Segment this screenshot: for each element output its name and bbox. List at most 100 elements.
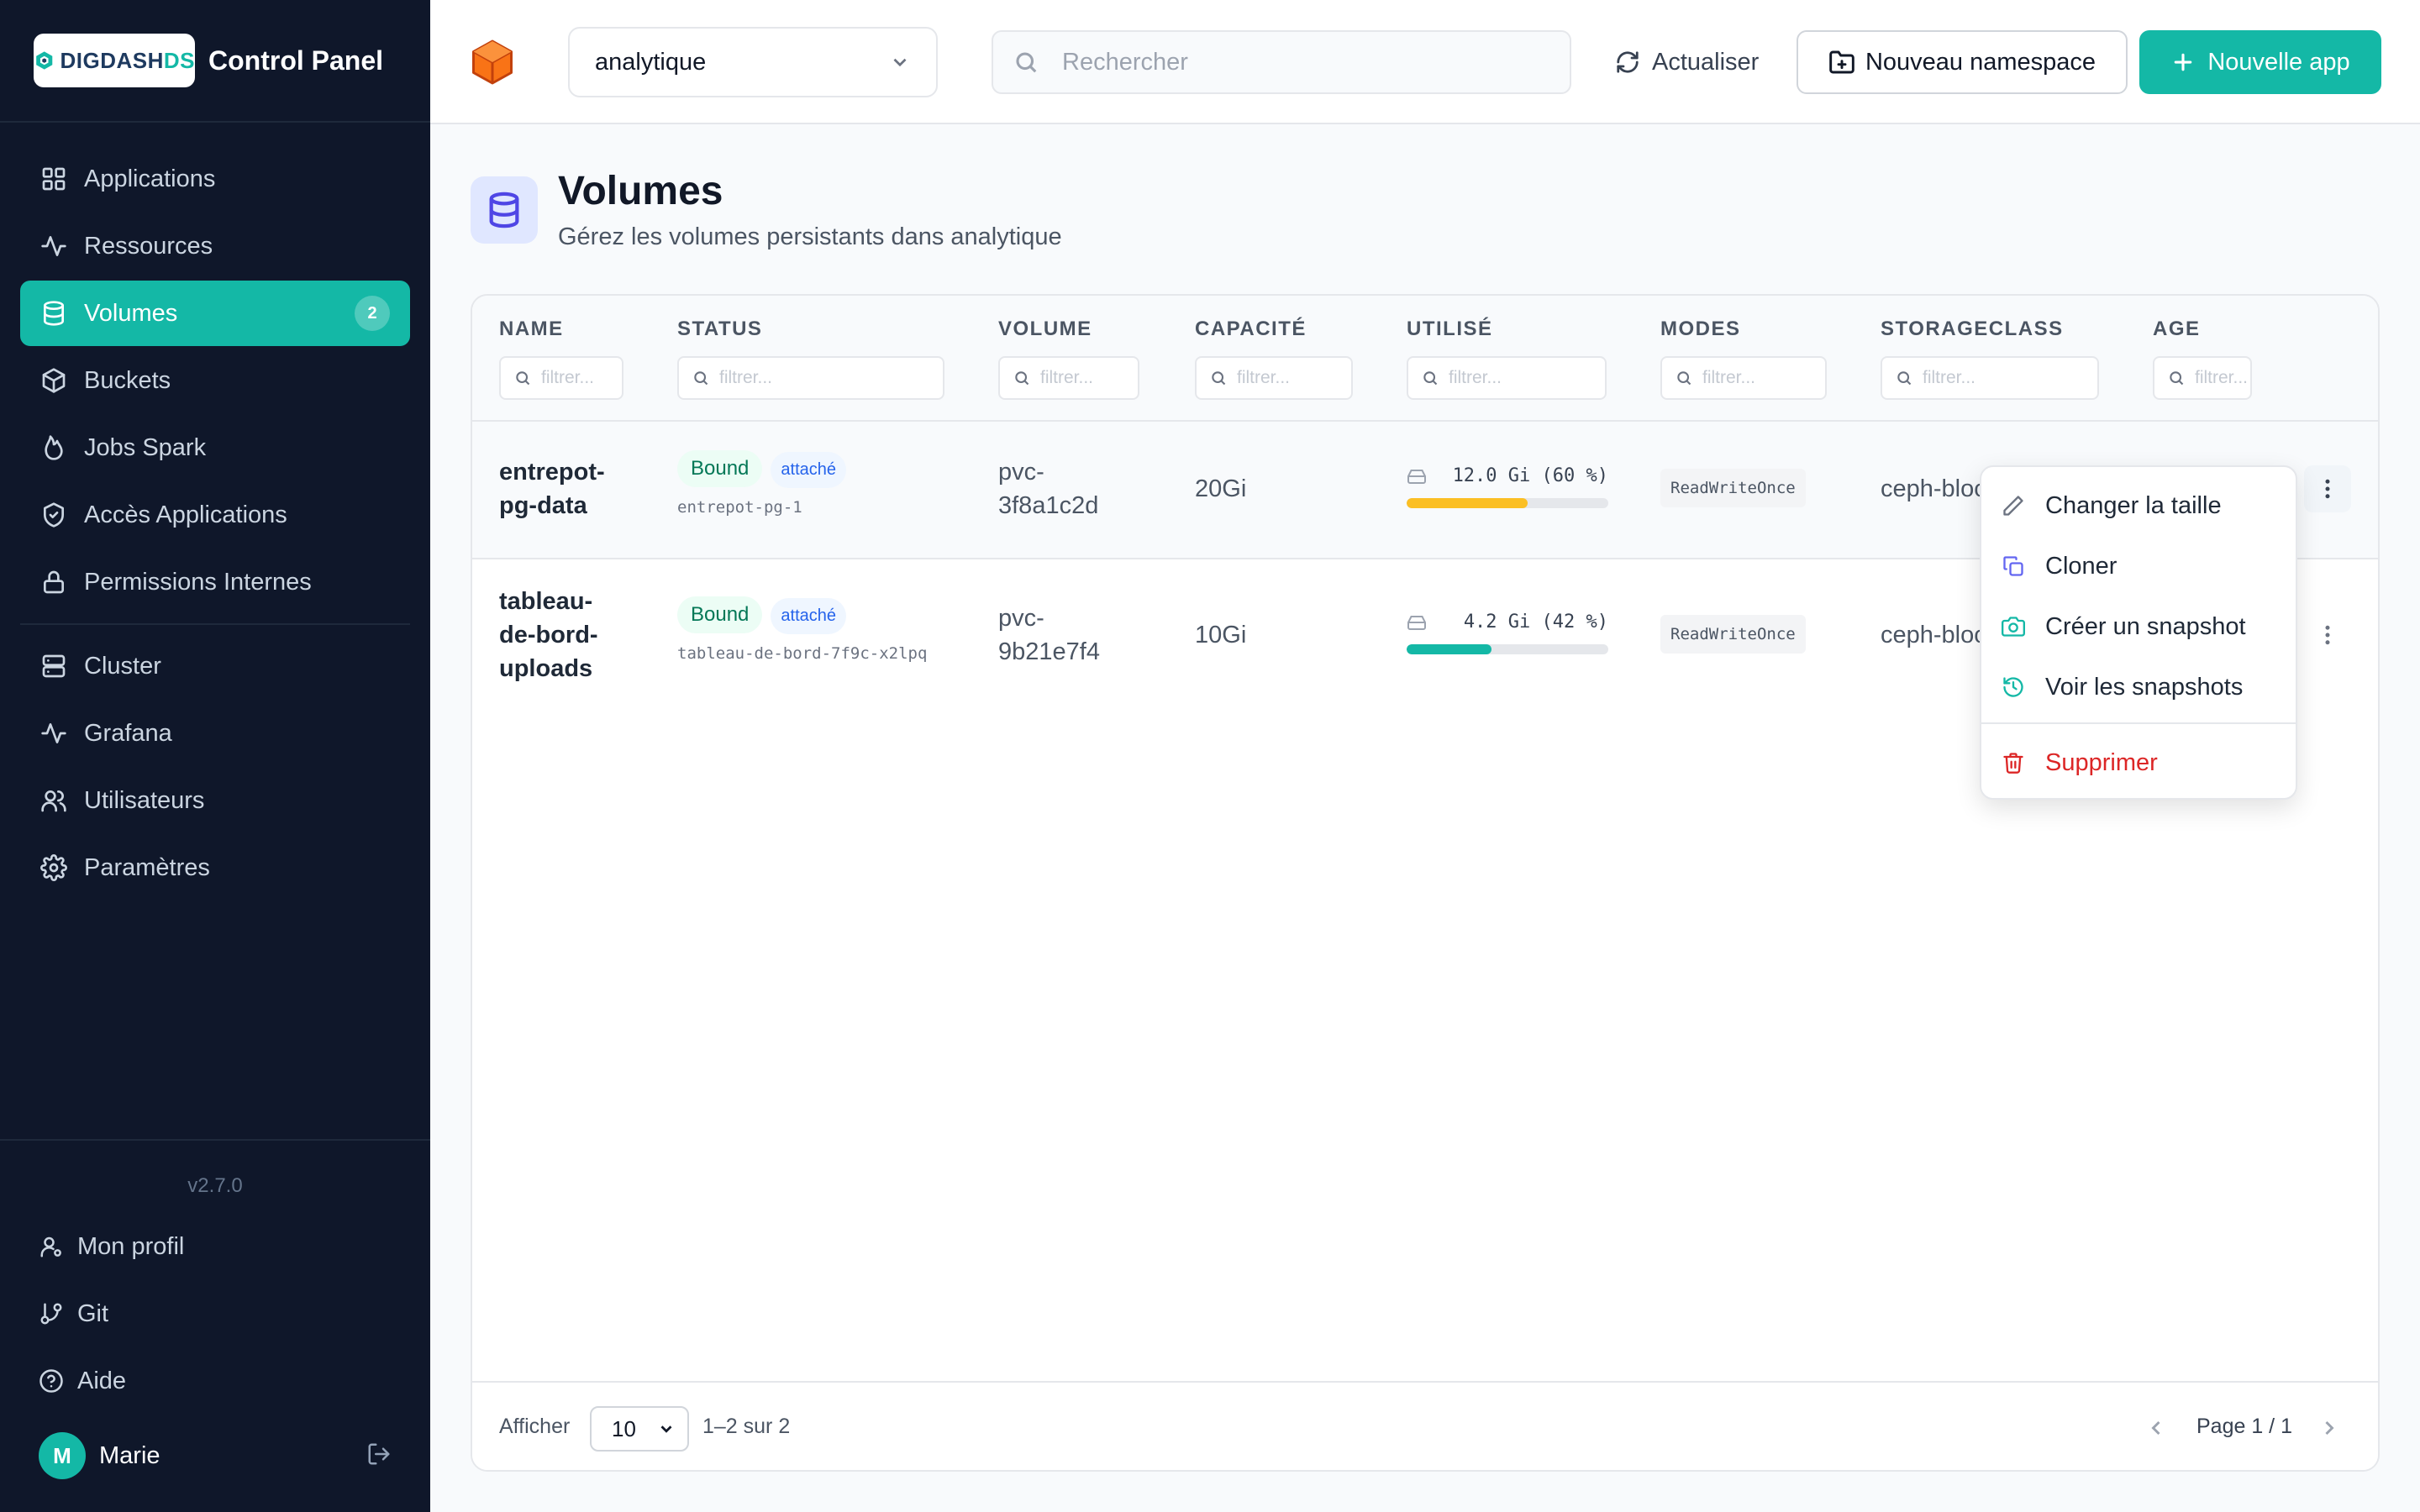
sidebar-item-utilisateurs[interactable]: Utilisateurs	[20, 768, 410, 833]
logo-cube-icon	[36, 51, 53, 70]
search-icon	[1677, 371, 1691, 386]
filter-placeholder: filtrer...	[541, 368, 595, 387]
search-icon	[1212, 371, 1226, 386]
plus-icon	[2175, 53, 2192, 71]
server-icon	[42, 654, 66, 678]
menu-item-label: Changer la taille	[2045, 491, 2222, 519]
sidebar-item-grafana[interactable]: Grafana	[20, 701, 410, 766]
page-icon	[471, 176, 538, 244]
column-header-age[interactable]: AGE	[2153, 318, 2201, 341]
usage-cell: 4.2 Gi (42 %)	[1407, 612, 1608, 654]
menu-item-label: Supprimer	[2045, 748, 2158, 776]
help-icon	[39, 1369, 63, 1393]
previous-page-button[interactable]	[2144, 1416, 2168, 1440]
menu-divider	[1981, 722, 2296, 724]
column-header-storageclass[interactable]: STORAGECLASS	[1881, 318, 2064, 341]
page-size-select[interactable]: 10	[590, 1406, 689, 1452]
app-title: Control Panel	[208, 45, 384, 76]
sidebar-item-label: Applications	[84, 165, 216, 192]
pod-name: tableau-de-bord-7f9c-x2lpq	[677, 644, 928, 663]
sidebar-divider	[20, 623, 410, 625]
topbar: analytique Actualiser Nouveau namespace …	[430, 0, 2420, 124]
sidebar-item-applications[interactable]: Applications	[20, 146, 410, 212]
column-header-modes[interactable]: MODES	[1660, 318, 1741, 341]
footer-item-mon-profil[interactable]: Mon profil	[0, 1213, 430, 1280]
filter-placeholder: filtrer...	[719, 368, 773, 387]
sidebar-item-jobs-spark[interactable]: Jobs Spark	[20, 415, 410, 480]
namespace-select[interactable]: analytique	[568, 27, 938, 97]
search-icon	[1897, 371, 1912, 386]
pencil-icon	[2003, 496, 2023, 516]
filter-placeholder: filtrer...	[1449, 368, 1502, 387]
menu-item-label: Créer un snapshot	[2045, 612, 2246, 640]
filter-modes[interactable]: filtrer...	[1660, 356, 1827, 400]
activity-icon	[41, 236, 66, 256]
search-icon	[694, 371, 708, 386]
new-app-button[interactable]: Nouvelle app	[2139, 30, 2381, 94]
column-header-name[interactable]: NAME	[499, 318, 564, 341]
next-page-button[interactable]	[2317, 1416, 2341, 1440]
footer-item-label: Aide	[77, 1367, 127, 1394]
brand-header: DIGDASHDS Control Panel	[0, 0, 430, 123]
digdash-logo[interactable]: DIGDASHDS	[34, 34, 195, 87]
menu-item-resize[interactable]: Changer la taille	[1981, 475, 2296, 536]
row-actions-button[interactable]	[2304, 612, 2351, 659]
column-header-capacite[interactable]: CAPACITÉ	[1195, 318, 1307, 341]
sidebar: DIGDASHDS Control Panel Applications Res…	[0, 0, 430, 1512]
footer-item-git[interactable]: Git	[0, 1280, 430, 1347]
search-box	[992, 30, 1571, 94]
menu-item-create-snapshot[interactable]: Créer un snapshot	[1981, 596, 2296, 657]
flame-icon	[45, 435, 63, 460]
search-icon	[1016, 52, 1037, 73]
sidebar-item-buckets[interactable]: Buckets	[20, 348, 410, 413]
pvc-name[interactable]: entrepot-pg-data	[499, 455, 625, 522]
capacity: 10Gi	[1195, 622, 1247, 648]
sidebar-item-volumes[interactable]: Volumes 2	[20, 281, 410, 346]
filter-placeholder: filtrer...	[1040, 368, 1094, 387]
search-input[interactable]	[1062, 48, 1533, 76]
pvc-name[interactable]: tableau-de-bord-uploads	[499, 585, 625, 685]
chevron-right-icon	[2325, 1420, 2334, 1436]
status-cell: Bound attaché entrepot-pg-1	[677, 450, 847, 517]
column-header-status[interactable]: STATUS	[677, 318, 762, 341]
sidebar-item-acces-applications[interactable]: Accès Applications	[20, 482, 410, 548]
sidebar-footer: v2.7.0 Mon profil Git Aide	[0, 1139, 430, 1415]
logout-button[interactable]	[366, 1441, 392, 1471]
filter-storageclass[interactable]: filtrer...	[1881, 356, 2099, 400]
usage-label: 4.2 Gi (42 %)	[1463, 612, 1608, 633]
filter-name[interactable]: filtrer...	[499, 356, 623, 400]
menu-item-delete[interactable]: Supprimer	[1981, 732, 2296, 793]
menu-item-clone[interactable]: Cloner	[1981, 536, 2296, 596]
menu-item-view-snapshots[interactable]: Voir les snapshots	[1981, 657, 2296, 717]
lock-icon	[44, 570, 64, 594]
storageclass: ceph-block	[1881, 622, 1990, 648]
column-header-utilise[interactable]: UTILISÉ	[1407, 318, 1493, 341]
logout-icon	[368, 1443, 390, 1464]
gear-icon	[40, 854, 67, 881]
refresh-button[interactable]: Actualiser	[1615, 30, 1759, 94]
user-icon	[40, 1236, 61, 1257]
avatar[interactable]: M	[39, 1432, 86, 1479]
row-actions-button[interactable]	[2304, 465, 2351, 512]
hard-drive-icon	[1407, 615, 1426, 630]
search-icon	[2170, 371, 2184, 386]
usage-bar-fill	[1407, 644, 1491, 654]
database-icon	[44, 301, 64, 326]
sidebar-item-label: Jobs Spark	[84, 433, 207, 461]
filter-age[interactable]: filtrer...	[2153, 356, 2252, 400]
sidebar-item-permissions-internes[interactable]: Permissions Internes	[20, 549, 410, 615]
new-namespace-button[interactable]: Nouveau namespace	[1797, 30, 2128, 94]
sidebar-item-cluster[interactable]: Cluster	[20, 633, 410, 699]
filter-status[interactable]: filtrer...	[677, 356, 944, 400]
sidebar-item-ressources[interactable]: Ressources	[20, 213, 410, 279]
column-header-volume[interactable]: VOLUME	[998, 318, 1092, 341]
result-range: 1–2 sur 2	[702, 1415, 791, 1438]
filter-utilise[interactable]: filtrer...	[1407, 356, 1607, 400]
footer-item-aide[interactable]: Aide	[0, 1347, 430, 1415]
filter-capacite[interactable]: filtrer...	[1195, 356, 1353, 400]
storageclass: ceph-block	[1881, 475, 1990, 502]
filter-volume[interactable]: filtrer...	[998, 356, 1139, 400]
usage-bar	[1407, 644, 1608, 654]
menu-item-label: Cloner	[2045, 552, 2118, 580]
sidebar-item-parametres[interactable]: Paramètres	[20, 835, 410, 900]
